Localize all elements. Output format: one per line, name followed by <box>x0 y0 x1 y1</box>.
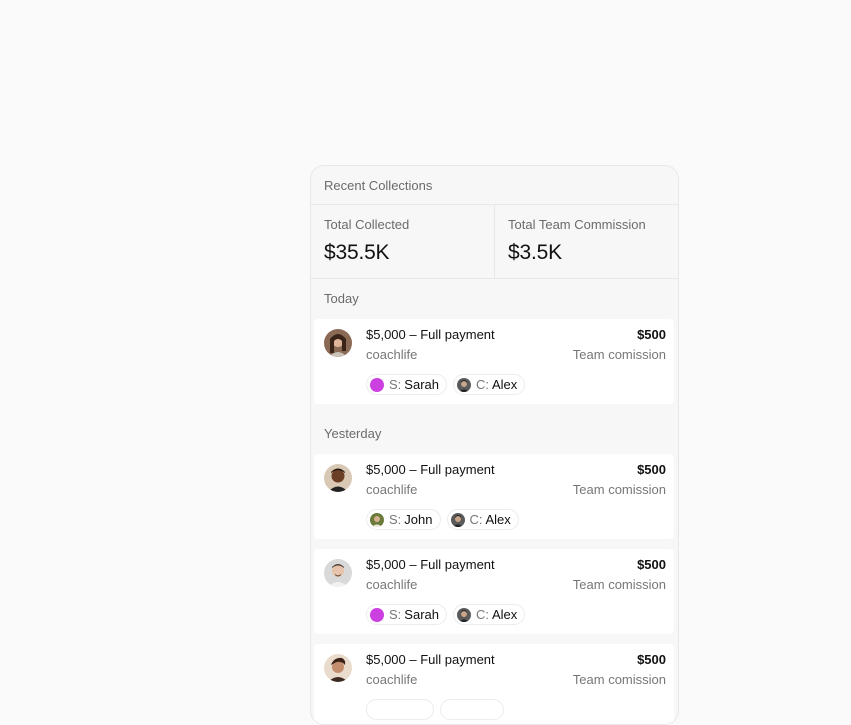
commission-amount: $500 <box>637 652 666 667</box>
stat-value: $35.5K <box>324 241 390 264</box>
setter-prefix: S: <box>389 607 402 622</box>
setter-avatar <box>370 377 384 392</box>
setter-avatar <box>370 607 384 622</box>
group-label-today: Today <box>324 291 359 306</box>
setter-prefix: S: <box>389 377 402 392</box>
setter-chip[interactable]: S: Sarah <box>366 604 447 625</box>
client-name: coachlife <box>366 482 418 497</box>
setter-name: Sarah <box>404 607 439 622</box>
collection-item[interactable]: $5,000 – Full payment coachlife $500 Tea… <box>314 319 674 404</box>
stat-label: Total Team Commission <box>508 217 646 232</box>
payment-title: $5,000 – Full payment <box>366 652 495 667</box>
avatar <box>324 464 352 492</box>
closer-chip[interactable]: C: Alex <box>446 509 519 530</box>
commission-amount: $500 <box>637 557 666 572</box>
payment-title: $5,000 – Full payment <box>366 462 495 477</box>
payment-title: $5,000 – Full payment <box>366 327 495 342</box>
commission-label: Team comission <box>572 577 666 592</box>
client-name: coachlife <box>366 577 418 592</box>
stat-value: $3.5K <box>508 241 562 264</box>
avatar <box>324 559 352 587</box>
panel-title: Recent Collections <box>311 166 678 205</box>
client-name: coachlife <box>366 672 418 687</box>
payment-title: $5,000 – Full payment <box>366 557 495 572</box>
setter-chip[interactable]: S: Sarah <box>366 374 447 395</box>
closer-name: Alex <box>492 377 518 392</box>
setter-name: Sarah <box>404 377 439 392</box>
setter-prefix: S: <box>389 512 402 527</box>
closer-prefix: C: <box>476 607 489 622</box>
avatar <box>324 654 352 682</box>
stat-team-commission: Total Team Commission $3.5K <box>494 205 678 278</box>
closer-chip[interactable]: C: Alex <box>453 604 526 625</box>
setter-avatar <box>370 512 384 527</box>
closer-chip[interactable]: C: Alex <box>453 374 526 395</box>
closer-name: Alex <box>492 607 518 622</box>
collection-item[interactable]: $5,000 – Full payment coachlife $500 Tea… <box>314 454 674 539</box>
stats-row: Total Collected $35.5K Total Team Commis… <box>311 205 678 279</box>
closer-prefix: C: <box>476 377 489 392</box>
closer-name: Alex <box>485 512 511 527</box>
setter-name: John <box>404 512 433 527</box>
setter-chip[interactable] <box>366 699 434 720</box>
stat-total-collected: Total Collected $35.5K <box>311 205 494 278</box>
closer-avatar <box>457 377 471 392</box>
closer-avatar <box>457 607 471 622</box>
closer-chip[interactable] <box>440 699 504 720</box>
commission-amount: $500 <box>637 462 666 477</box>
group-label-yesterday: Yesterday <box>324 426 382 441</box>
collection-item[interactable]: $5,000 – Full payment coachlife $500 Tea… <box>314 644 674 724</box>
setter-chip[interactable]: S: John <box>366 509 441 530</box>
client-name: coachlife <box>366 347 418 362</box>
commission-amount: $500 <box>637 327 666 342</box>
closer-prefix: C: <box>469 512 483 527</box>
recent-collections-panel: Recent Collections Total Collected $35.5… <box>310 165 679 725</box>
closer-avatar <box>450 512 465 527</box>
commission-label: Team comission <box>572 482 666 497</box>
avatar <box>324 329 352 357</box>
collection-item[interactable]: $5,000 – Full payment coachlife $500 Tea… <box>314 549 674 634</box>
stat-label: Total Collected <box>324 217 410 232</box>
commission-label: Team comission <box>572 347 666 362</box>
commission-label: Team comission <box>572 672 666 687</box>
